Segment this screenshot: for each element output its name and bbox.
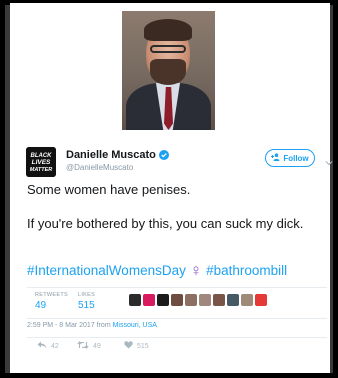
timestamp-time[interactable]: 2:59 PM - 8 Mar 2017 from bbox=[27, 322, 113, 329]
tweet-actions: 42 49 515 bbox=[27, 337, 327, 352]
venus-symbol: ♀ bbox=[189, 261, 203, 280]
profile-photo bbox=[122, 11, 215, 130]
like-count: 515 bbox=[137, 342, 149, 350]
avatar-text-2: LIVES bbox=[32, 159, 51, 166]
follow-label: Follow bbox=[283, 153, 309, 163]
author-name-text[interactable]: Danielle Muscato bbox=[66, 149, 156, 161]
likes-stat[interactable]: LIKES 515 bbox=[78, 292, 95, 311]
hashtag-international-womens-day[interactable]: #InternationalWomensDay bbox=[27, 263, 186, 278]
reply-icon bbox=[37, 341, 47, 351]
retweet-icon bbox=[77, 341, 89, 351]
reply-action[interactable]: 42 bbox=[37, 341, 59, 351]
photo-beard bbox=[150, 59, 186, 85]
add-user-icon bbox=[271, 153, 280, 163]
timestamp-location[interactable]: Missouri, USA bbox=[113, 322, 157, 329]
tweet-hashtags: #InternationalWomensDay ♀ #bathroombill bbox=[27, 261, 327, 281]
retweets-stat[interactable]: RETWEETS 49 bbox=[35, 292, 68, 311]
hashtag-bathroombill[interactable]: #bathroombill bbox=[206, 263, 287, 278]
liker-avatar[interactable] bbox=[213, 294, 225, 306]
like-action[interactable]: 515 bbox=[124, 341, 149, 351]
liker-avatar[interactable] bbox=[171, 294, 183, 306]
photo-hair bbox=[144, 19, 192, 41]
liker-avatar[interactable] bbox=[129, 294, 141, 306]
liker-avatars bbox=[129, 294, 267, 306]
tweet-text-line1: Some women have penises. bbox=[27, 182, 191, 197]
follow-button[interactable]: Follow bbox=[265, 149, 315, 167]
chevron-down-icon[interactable] bbox=[325, 153, 333, 171]
tweet-card: BLACK LIVES MATTER Danielle Muscato @Dan… bbox=[10, 3, 333, 373]
liker-avatar[interactable] bbox=[255, 294, 267, 306]
avatar[interactable]: BLACK LIVES MATTER bbox=[26, 147, 56, 177]
liker-avatar[interactable] bbox=[143, 294, 155, 306]
retweet-action[interactable]: 49 bbox=[77, 341, 101, 351]
liker-avatar[interactable] bbox=[157, 294, 169, 306]
retweets-label: RETWEETS bbox=[35, 292, 68, 298]
author-handle[interactable]: @DanielleMuscato bbox=[66, 163, 133, 172]
liker-avatar[interactable] bbox=[185, 294, 197, 306]
retweet-count: 49 bbox=[93, 342, 101, 350]
likes-label: LIKES bbox=[78, 292, 96, 298]
author-name[interactable]: Danielle Muscato bbox=[66, 149, 169, 163]
tweet-stats: RETWEETS 49 LIKES 515 bbox=[27, 287, 327, 319]
avatar-text-3: MATTER bbox=[30, 167, 53, 173]
liker-avatar[interactable] bbox=[227, 294, 239, 306]
photo-glasses bbox=[150, 45, 186, 53]
likes-count: 515 bbox=[78, 300, 95, 311]
tweet-timestamp: 2:59 PM - 8 Mar 2017 from Missouri, USA bbox=[27, 322, 157, 329]
verified-badge-icon bbox=[158, 150, 169, 163]
reply-count: 42 bbox=[51, 342, 59, 350]
retweets-count: 49 bbox=[35, 300, 47, 311]
liker-avatar[interactable] bbox=[199, 294, 211, 306]
heart-icon bbox=[124, 341, 133, 351]
tweet-text-line2: If you're bothered by this, you can suck… bbox=[27, 216, 304, 231]
liker-avatar[interactable] bbox=[241, 294, 253, 306]
